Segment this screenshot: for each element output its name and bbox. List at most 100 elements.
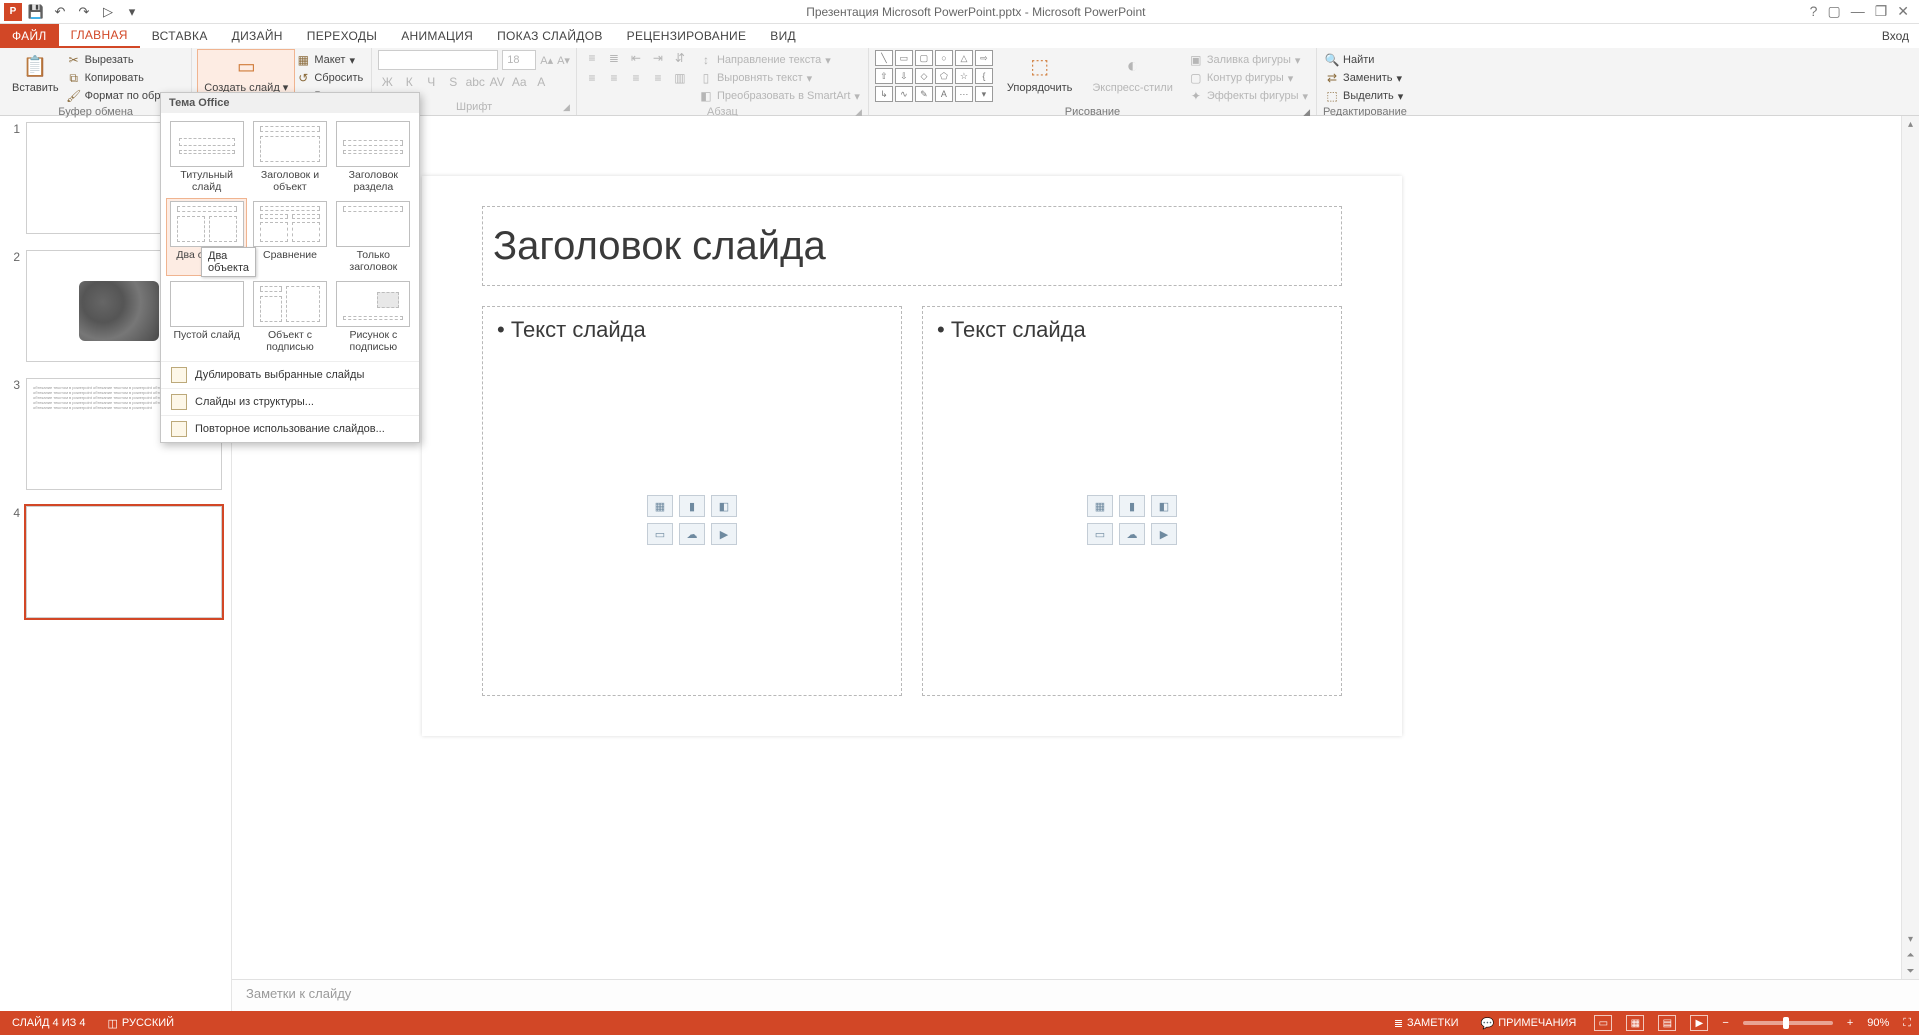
insert-chart-icon[interactable]: ▮	[1119, 495, 1145, 517]
layout-two-content[interactable]: Два объекта Два объекта	[167, 199, 246, 275]
scroll-down-icon[interactable]: ▾	[1902, 931, 1919, 947]
shape-roundrect-icon[interactable]: ▢	[915, 50, 933, 66]
help-icon[interactable]: ?	[1810, 3, 1818, 20]
grow-font-icon[interactable]: A▴	[540, 54, 553, 67]
layout-title-slide[interactable]: Титульный слайд	[167, 119, 246, 195]
font-dialog-launcher-icon[interactable]: ◢	[563, 102, 570, 113]
insert-table-icon[interactable]: ▦	[647, 495, 673, 517]
duplicate-slides-item[interactable]: Дублировать выбранные слайды	[161, 361, 419, 388]
tab-slideshow[interactable]: ПОКАЗ СЛАЙДОВ	[485, 24, 615, 48]
arrange-button[interactable]: ⬚Упорядочить	[1001, 50, 1078, 96]
shadow-icon[interactable]: abc	[466, 74, 484, 90]
notes-pane[interactable]: Заметки к слайду	[232, 979, 1919, 1011]
slide[interactable]: Заголовок слайда • Текст слайда ▦▮◧ ▭☁▶ …	[422, 176, 1402, 736]
quick-styles-button[interactable]: ◐Экспресс-стили	[1086, 50, 1178, 96]
shrink-font-icon[interactable]: A▾	[557, 54, 570, 67]
shape-fill-button[interactable]: ▣Заливка фигуры ▾	[1187, 52, 1310, 68]
smartart-button[interactable]: ◧Преобразовать в SmartArt ▾	[697, 88, 862, 104]
next-slide-icon[interactable]: ⏷	[1902, 963, 1919, 979]
dec-indent-icon[interactable]: ⇤	[627, 50, 645, 66]
layout-section-header[interactable]: Заголовок раздела	[334, 119, 413, 195]
language-indicator[interactable]: ◫РУССКИЙ	[103, 1017, 178, 1030]
slides-from-outline-item[interactable]: Слайды из структуры...	[161, 388, 419, 415]
insert-table-icon[interactable]: ▦	[1087, 495, 1113, 517]
shape-arrow-icon[interactable]: ⇨	[975, 50, 993, 66]
shapes-more-icon[interactable]: ▾	[975, 86, 993, 102]
shape-arrowup-icon[interactable]: ⇧	[875, 68, 893, 84]
shape-brace-icon[interactable]: {	[975, 68, 993, 84]
shape-outline-button[interactable]: ▢Контур фигуры ▾	[1187, 70, 1310, 86]
line-spacing-icon[interactable]: ⇵	[671, 50, 689, 66]
shape-arrowdn-icon[interactable]: ⇩	[895, 68, 913, 84]
reuse-slides-item[interactable]: Повторное использование слайдов...	[161, 415, 419, 442]
notes-toggle[interactable]: ≣ЗАМЕТКИ	[1390, 1017, 1463, 1030]
insert-online-picture-icon[interactable]: ☁	[679, 523, 705, 545]
content-placeholder-right[interactable]: • Текст слайда ▦▮◧ ▭☁▶	[922, 306, 1342, 696]
zoom-out-icon[interactable]: −	[1722, 1017, 1728, 1029]
shapes-gallery[interactable]: ╲▭▢○△⇨ ⇧⇩◇⬠☆{ ↳∿✎A⋯▾	[875, 50, 993, 102]
new-slide-layout-menu[interactable]: Тема Office Титульный слайд Заголовок и …	[160, 92, 420, 443]
prev-slide-icon[interactable]: ⏶	[1902, 947, 1919, 963]
select-button[interactable]: ⬚Выделить ▾	[1323, 88, 1405, 104]
shape-freeform-icon[interactable]: ✎	[915, 86, 933, 102]
qat-undo-icon[interactable]: ↶	[50, 2, 70, 22]
align-center-icon[interactable]: ≡	[605, 70, 623, 86]
underline-icon[interactable]: Ч	[422, 74, 440, 90]
insert-smartart-icon[interactable]: ◧	[1151, 495, 1177, 517]
font-name-combo[interactable]	[378, 50, 498, 70]
reading-view-icon[interactable]: ▤	[1658, 1015, 1676, 1031]
title-placeholder[interactable]: Заголовок слайда	[482, 206, 1342, 286]
reset-button[interactable]: ↺Сбросить	[294, 70, 365, 86]
shape-triangle-icon[interactable]: △	[955, 50, 973, 66]
tab-transitions[interactable]: ПЕРЕХОДЫ	[295, 24, 389, 48]
slideshow-view-icon[interactable]: ▶	[1690, 1015, 1708, 1031]
minimize-icon[interactable]: —	[1851, 3, 1865, 20]
zoom-in-icon[interactable]: +	[1847, 1017, 1853, 1029]
tab-design[interactable]: ДИЗАЙН	[220, 24, 295, 48]
paste-button[interactable]: 📋 Вставить	[6, 50, 65, 96]
replace-button[interactable]: ⇄Заменить ▾	[1323, 70, 1405, 86]
qat-slideshow-icon[interactable]: ▷	[98, 2, 118, 22]
zoom-percent[interactable]: 90%	[1867, 1017, 1889, 1029]
vertical-scrollbar[interactable]: ▴ ▾ ⏶ ⏷	[1901, 116, 1919, 979]
sorter-view-icon[interactable]: ▦	[1626, 1015, 1644, 1031]
insert-picture-icon[interactable]: ▭	[1087, 523, 1113, 545]
layout-picture-caption[interactable]: Рисунок с подписью	[334, 279, 413, 355]
shape-connector-icon[interactable]: ↳	[875, 86, 893, 102]
insert-online-picture-icon[interactable]: ☁	[1119, 523, 1145, 545]
align-text-button[interactable]: ▯Выровнять текст ▾	[697, 70, 862, 86]
layout-title-content[interactable]: Заголовок и объект	[250, 119, 329, 195]
close-icon[interactable]: ✕	[1897, 3, 1909, 20]
layout-content-caption[interactable]: Объект с подписью	[250, 279, 329, 355]
insert-smartart-icon[interactable]: ◧	[711, 495, 737, 517]
tab-view[interactable]: ВИД	[758, 24, 808, 48]
shape-callout-icon[interactable]: ⬠	[935, 68, 953, 84]
content-placeholder-left[interactable]: • Текст слайда ▦▮◧ ▭☁▶	[482, 306, 902, 696]
align-left-icon[interactable]: ≡	[583, 70, 601, 86]
insert-video-icon[interactable]: ▶	[711, 523, 737, 545]
ribbon-display-options-icon[interactable]: ▢	[1827, 3, 1840, 20]
italic-icon[interactable]: К	[400, 74, 418, 90]
font-size-combo[interactable]: 18	[502, 50, 536, 70]
shape-diamond-icon[interactable]: ◇	[915, 68, 933, 84]
align-right-icon[interactable]: ≡	[627, 70, 645, 86]
tab-insert[interactable]: ВСТАВКА	[140, 24, 220, 48]
numbering-icon[interactable]: ≣	[605, 50, 623, 66]
insert-video-icon[interactable]: ▶	[1151, 523, 1177, 545]
columns-icon[interactable]: ▥	[671, 70, 689, 86]
insert-picture-icon[interactable]: ▭	[647, 523, 673, 545]
layout-button[interactable]: ▦Макет ▾	[294, 52, 365, 68]
restore-icon[interactable]: ❐	[1875, 3, 1888, 20]
app-icon[interactable]: P	[4, 3, 22, 21]
shape-more1-icon[interactable]: ⋯	[955, 86, 973, 102]
shape-line-icon[interactable]: ╲	[875, 50, 893, 66]
font-color-icon[interactable]: A	[532, 74, 550, 90]
strike-icon[interactable]: S	[444, 74, 462, 90]
cut-button[interactable]: ✂Вырезать	[65, 52, 186, 68]
justify-icon[interactable]: ≡	[649, 70, 667, 86]
tab-home[interactable]: ГЛАВНАЯ	[59, 24, 140, 48]
bullets-icon[interactable]: ≡	[583, 50, 601, 66]
find-button[interactable]: 🔍Найти	[1323, 52, 1405, 68]
shape-text-icon[interactable]: A	[935, 86, 953, 102]
shape-curve-icon[interactable]: ∿	[895, 86, 913, 102]
